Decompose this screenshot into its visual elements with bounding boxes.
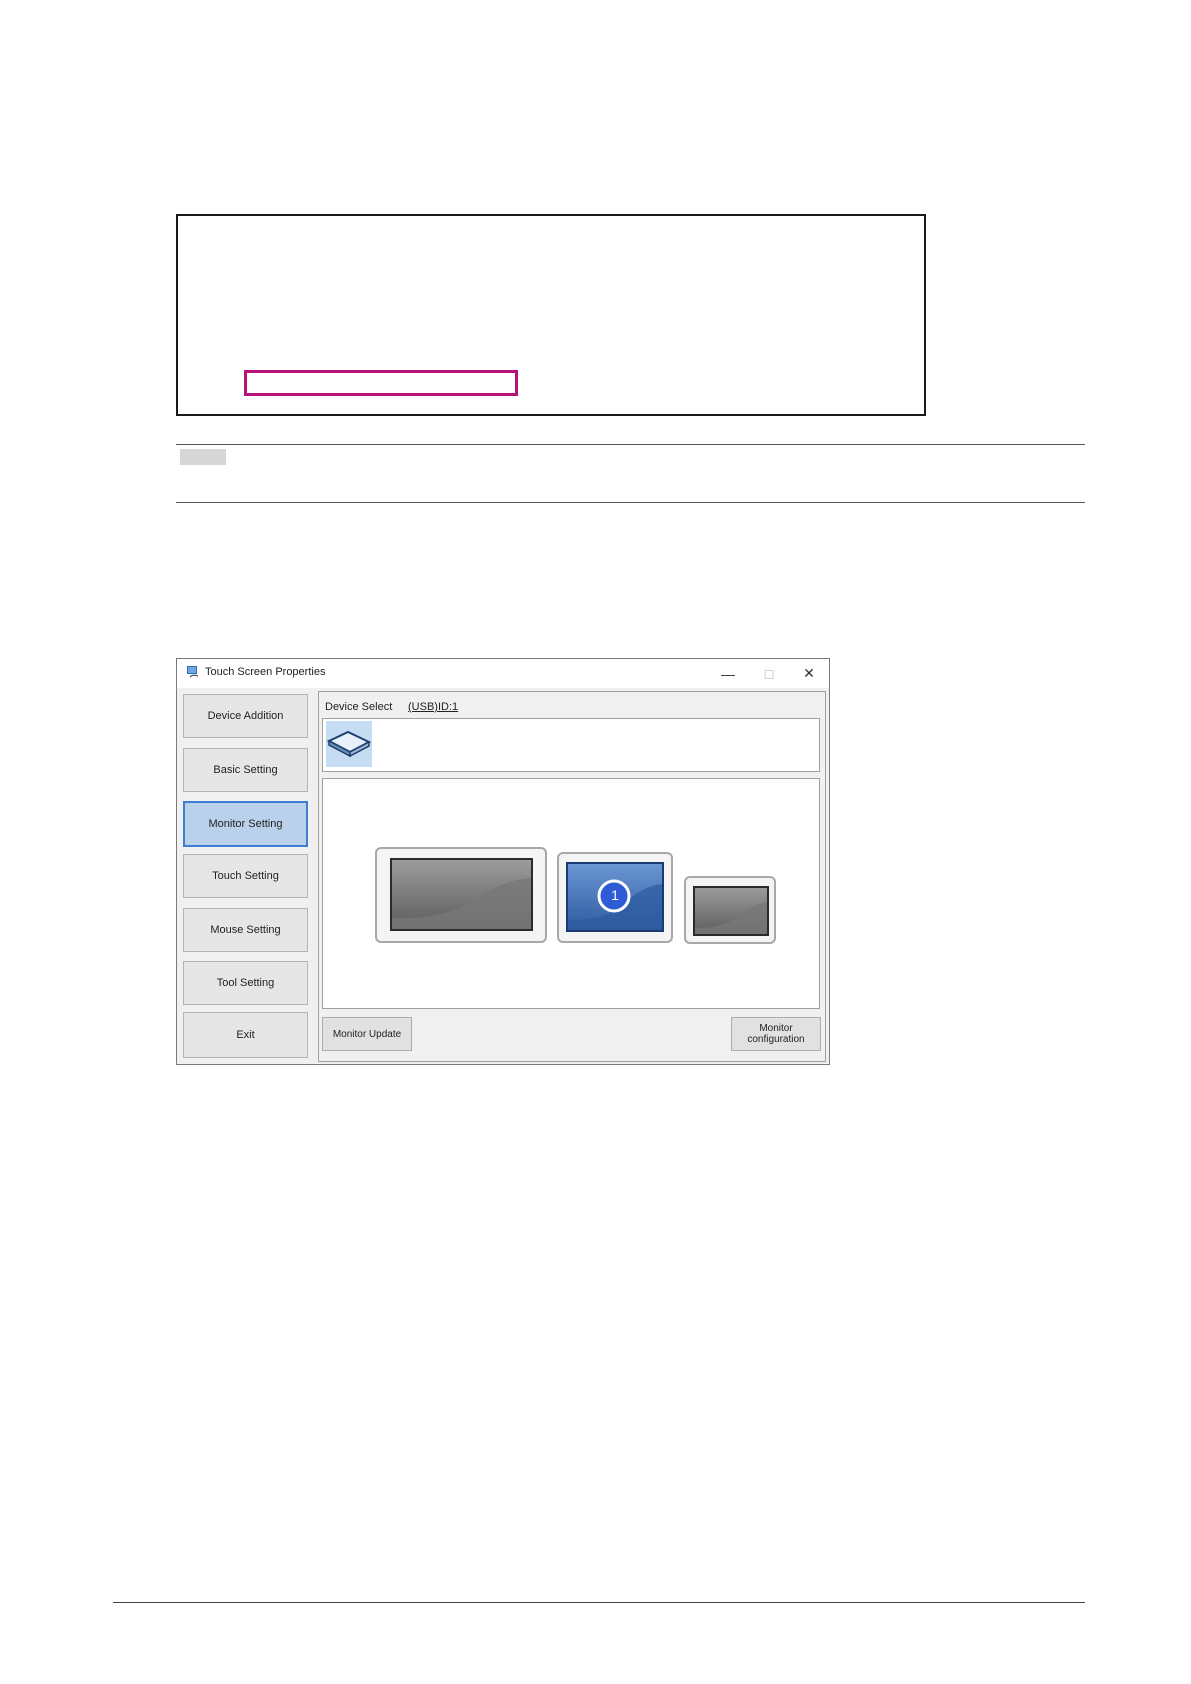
minimize-button[interactable]: — <box>708 659 748 688</box>
touch-screen-properties-window: Touch Screen Properties — □ ✕ Device Add… <box>176 658 830 1065</box>
sidebar-item-label: Tool Setting <box>216 977 275 989</box>
sidebar-item-label: Basic Setting <box>213 764 278 776</box>
sidebar-item-mouse-setting[interactable]: Mouse Setting <box>183 908 308 952</box>
sidebar-item-label: Device Addition <box>207 710 284 722</box>
sidebar-item-label: Touch Setting <box>212 870 279 882</box>
monitor-update-button[interactable]: Monitor Update <box>322 1017 412 1051</box>
device-select-label: Device Select <box>325 701 393 713</box>
monitor-screen <box>693 886 769 936</box>
maximize-icon: □ <box>764 665 774 682</box>
monitor-configuration-label-line2: configuration <box>747 1034 805 1045</box>
touch-panel-icon <box>326 730 372 758</box>
sidebar-item-touch-setting[interactable]: Touch Setting <box>183 854 308 898</box>
sidebar-item-monitor-setting[interactable]: Monitor Setting <box>183 801 308 847</box>
note-bottom-rule <box>176 502 1085 503</box>
window-body: Device Addition Basic Setting Monitor Se… <box>177 688 829 1064</box>
touch-device-tile[interactable] <box>326 721 372 767</box>
monitor-configuration-label-line1: Monitor <box>759 1023 793 1034</box>
sidebar-item-tool-setting[interactable]: Tool Setting <box>183 961 308 1005</box>
sidebar-item-exit[interactable]: Exit <box>183 1012 308 1058</box>
close-button[interactable]: ✕ <box>789 659 829 688</box>
monitor-update-label: Monitor Update <box>332 1028 402 1040</box>
monitor-layout-area: 1 <box>322 778 820 1009</box>
monitor-number: 1 <box>611 887 619 903</box>
app-icon <box>187 666 199 678</box>
monitor-screen <box>390 858 533 931</box>
device-id-link[interactable]: (USB)ID:1 <box>408 701 458 713</box>
sidebar-item-basic-setting[interactable]: Basic Setting <box>183 748 308 792</box>
monitor-tile-selected[interactable]: 1 <box>557 852 673 943</box>
maximize-button[interactable]: □ <box>749 659 789 688</box>
note-top-rule <box>176 444 1085 445</box>
monitor-tile-left[interactable] <box>375 847 547 943</box>
sidebar-item-device-addition[interactable]: Device Addition <box>183 694 308 738</box>
title-bar[interactable]: Touch Screen Properties — □ ✕ <box>177 659 829 688</box>
sidebar-item-label: Mouse Setting <box>210 924 281 936</box>
sidebar-item-label: Monitor Setting <box>208 818 283 830</box>
note-tag <box>180 449 226 465</box>
minimize-icon: — <box>721 665 735 682</box>
highlight-box <box>244 370 518 396</box>
monitor-configuration-button[interactable]: Monitor configuration <box>731 1017 821 1051</box>
monitor-tile-right[interactable] <box>684 876 776 944</box>
sidebar-item-label: Exit <box>236 1029 255 1041</box>
footer-rule <box>113 1602 1085 1603</box>
close-icon: ✕ <box>803 665 815 681</box>
window-title: Touch Screen Properties <box>205 666 326 678</box>
content-panel: Device Select (USB)ID:1 1 Monitor Update… <box>318 691 826 1062</box>
device-list <box>322 718 820 772</box>
